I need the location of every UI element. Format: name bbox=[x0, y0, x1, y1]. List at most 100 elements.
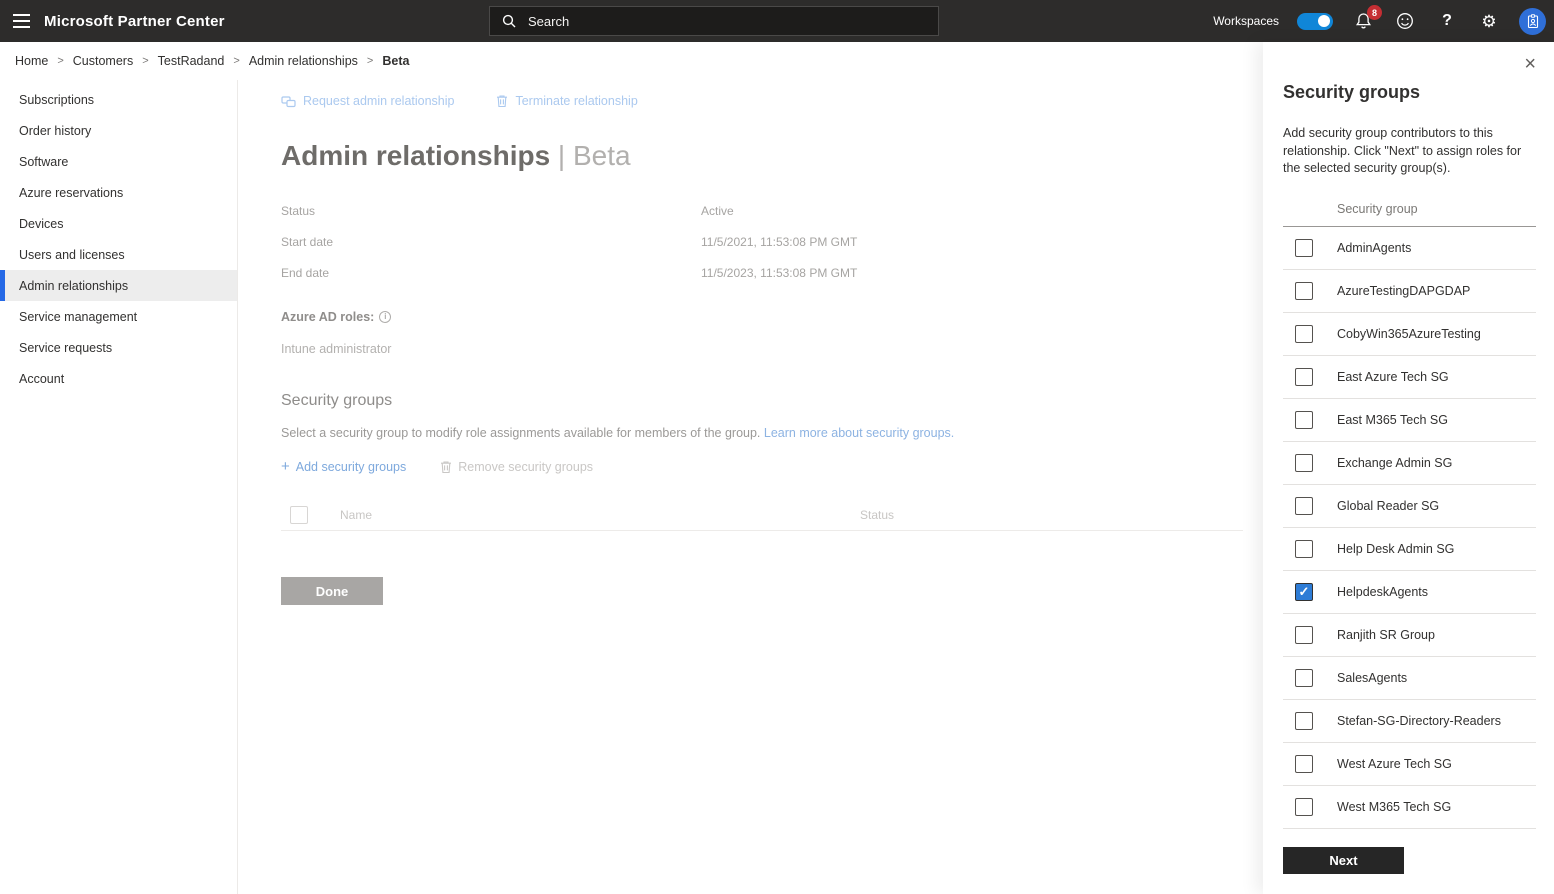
security-group-column-header: Security group bbox=[1283, 202, 1536, 227]
sidebar-item-account[interactable]: Account bbox=[0, 363, 237, 394]
group-name: West M365 Tech SG bbox=[1337, 799, 1452, 814]
breadcrumb-customer-name[interactable]: TestRadand bbox=[158, 54, 225, 68]
sidebar-item-admin-relationships[interactable]: Admin relationships bbox=[0, 270, 237, 301]
add-security-groups-button[interactable]: + Add security groups bbox=[281, 458, 406, 475]
list-item-east-azure-tech-sg[interactable]: East Azure Tech SG bbox=[1283, 356, 1536, 399]
end-date-label: End date bbox=[281, 266, 330, 280]
close-icon[interactable]: × bbox=[1524, 54, 1536, 74]
request-admin-relationship-label: Request admin relationship bbox=[303, 94, 455, 108]
list-item-adminagents[interactable]: AdminAgents bbox=[1283, 227, 1536, 270]
sidebar-item-label: Users and licenses bbox=[19, 247, 125, 262]
next-button[interactable]: Next bbox=[1283, 846, 1404, 874]
list-item-west-azure-tech-sg[interactable]: West Azure Tech SG bbox=[1283, 743, 1536, 786]
info-icon[interactable]: i bbox=[379, 311, 392, 323]
group-name: SalesAgents bbox=[1337, 670, 1408, 685]
page-title-beta: Beta bbox=[573, 140, 631, 171]
group-name: Ranjith SR Group bbox=[1337, 627, 1435, 642]
sidebar-item-label: Account bbox=[19, 371, 65, 386]
page-title-main: Admin relationships bbox=[281, 140, 551, 171]
id-badge-icon bbox=[1527, 13, 1538, 28]
request-relationship-icon bbox=[281, 95, 296, 107]
sidebar-item-label: Admin relationships bbox=[19, 278, 129, 293]
start-date-label: Start date bbox=[281, 235, 334, 249]
sidebar-item-azure-reservations[interactable]: Azure reservations bbox=[0, 177, 237, 208]
list-item-help-desk-admin-sg[interactable]: Help Desk Admin SG bbox=[1283, 528, 1536, 571]
list-item-exchange-admin-sg[interactable]: Exchange Admin SG bbox=[1283, 442, 1536, 485]
command-bar: Request admin relationship Terminate rel… bbox=[281, 94, 1243, 108]
sidebar-item-service-management[interactable]: Service management bbox=[0, 301, 237, 332]
hamburger-menu-icon[interactable] bbox=[0, 0, 42, 42]
checkbox[interactable] bbox=[1295, 324, 1313, 343]
checkbox[interactable] bbox=[1295, 754, 1313, 773]
sidebar-item-order-history[interactable]: Order history bbox=[0, 115, 237, 146]
checkbox[interactable] bbox=[1295, 238, 1313, 257]
question-mark-icon: ? bbox=[1442, 12, 1452, 29]
sidebar-item-subscriptions[interactable]: Subscriptions bbox=[0, 84, 237, 115]
list-item-cobywin365azuretesting[interactable]: CobyWin365AzureTesting bbox=[1283, 313, 1536, 356]
security-groups-panel: × Security groups Add security group con… bbox=[1263, 42, 1554, 894]
name-column-header: Name bbox=[340, 507, 373, 522]
status-value: Active bbox=[701, 204, 734, 218]
help-button[interactable]: ? bbox=[1435, 9, 1459, 33]
list-item-west-m365-tech-sg[interactable]: West M365 Tech SG bbox=[1283, 786, 1536, 829]
remove-security-groups-button[interactable]: Remove security groups bbox=[440, 460, 593, 474]
checkbox[interactable] bbox=[1295, 367, 1313, 386]
app-title: Microsoft Partner Center bbox=[44, 12, 225, 30]
panel-description: Add security group contributors to this … bbox=[1283, 126, 1522, 175]
list-item-global-reader-sg[interactable]: Global Reader SG bbox=[1283, 485, 1536, 528]
breadcrumb-customers[interactable]: Customers bbox=[73, 54, 133, 68]
security-groups-description: Select a security group to modify role a… bbox=[281, 426, 1243, 440]
workspaces-toggle[interactable] bbox=[1297, 12, 1333, 30]
start-date-value: 11/5/2021, 11:53:08 PM GMT bbox=[701, 235, 858, 249]
left-navigation: Subscriptions Order history Software Azu… bbox=[0, 80, 238, 894]
list-item-salesagents[interactable]: SalesAgents bbox=[1283, 657, 1536, 700]
add-security-groups-label: Add security groups bbox=[295, 459, 407, 474]
select-all-checkbox[interactable] bbox=[290, 505, 308, 524]
list-item-east-m365-tech-sg[interactable]: East M365 Tech SG bbox=[1283, 399, 1536, 442]
breadcrumb: Home > Customers > TestRadand > Admin re… bbox=[0, 42, 1263, 80]
checkbox[interactable] bbox=[1295, 625, 1313, 644]
settings-button[interactable]: ⚙ bbox=[1477, 9, 1501, 33]
checkbox[interactable] bbox=[1295, 453, 1313, 472]
notification-badge: 8 bbox=[1367, 5, 1382, 20]
notifications-button[interactable]: 8 bbox=[1351, 5, 1382, 33]
checkbox[interactable] bbox=[1295, 797, 1313, 816]
checkbox[interactable] bbox=[1295, 281, 1313, 300]
checkbox[interactable] bbox=[1295, 496, 1313, 515]
list-item-ranjith-sr-group[interactable]: Ranjith SR Group bbox=[1283, 614, 1536, 657]
sidebar-item-software[interactable]: Software bbox=[0, 146, 237, 177]
checkbox[interactable] bbox=[1295, 668, 1313, 687]
top-app-bar: Microsoft Partner Center Workspaces 8 bbox=[0, 0, 1554, 42]
checkbox[interactable] bbox=[1295, 410, 1313, 429]
sidebar-item-devices[interactable]: Devices bbox=[0, 208, 237, 239]
security-group-list: AdminAgents AzureTestingDAPGDAP CobyWin3… bbox=[1283, 227, 1536, 829]
global-search[interactable] bbox=[489, 6, 939, 36]
breadcrumb-admin-relationships[interactable]: Admin relationships bbox=[249, 54, 358, 68]
main-content: Request admin relationship Terminate rel… bbox=[238, 80, 1263, 894]
breadcrumb-home[interactable]: Home bbox=[15, 54, 48, 68]
sidebar-item-label: Software bbox=[19, 154, 69, 169]
checkbox[interactable] bbox=[1295, 539, 1313, 558]
account-avatar[interactable] bbox=[1519, 7, 1546, 35]
terminate-relationship-button[interactable]: Terminate relationship bbox=[496, 94, 638, 108]
checkbox[interactable] bbox=[1295, 711, 1313, 730]
sidebar-item-label: Service management bbox=[19, 309, 138, 324]
checkbox-checked[interactable]: ✓ bbox=[1295, 582, 1313, 601]
list-item-azuretestingdapgdap[interactable]: AzureTestingDAPGDAP bbox=[1283, 270, 1536, 313]
request-admin-relationship-button[interactable]: Request admin relationship bbox=[281, 94, 454, 108]
list-item-helpdeskagents[interactable]: ✓ HelpdeskAgents bbox=[1283, 571, 1536, 614]
page-title: Admin relationships | Beta bbox=[281, 140, 1243, 172]
sidebar-item-label: Service requests bbox=[19, 340, 113, 355]
done-button[interactable]: Done bbox=[281, 577, 383, 605]
feedback-button[interactable] bbox=[1393, 9, 1417, 33]
azure-ad-roles-label: Azure AD roles: bbox=[281, 310, 375, 324]
learn-more-link[interactable]: Learn more about security groups. bbox=[764, 426, 954, 440]
group-name: East Azure Tech SG bbox=[1337, 369, 1449, 384]
end-date-value: 11/5/2023, 11:53:08 PM GMT bbox=[701, 266, 858, 280]
list-item-stefan-sg-directory-readers[interactable]: Stefan-SG-Directory-Readers bbox=[1283, 700, 1536, 743]
group-name: East M365 Tech SG bbox=[1337, 412, 1448, 427]
search-input[interactable] bbox=[528, 13, 908, 29]
sidebar-item-users-and-licenses[interactable]: Users and licenses bbox=[0, 239, 237, 270]
azure-ad-roles-section: Azure AD roles: i Intune administrator bbox=[281, 310, 1243, 356]
sidebar-item-service-requests[interactable]: Service requests bbox=[0, 332, 237, 363]
